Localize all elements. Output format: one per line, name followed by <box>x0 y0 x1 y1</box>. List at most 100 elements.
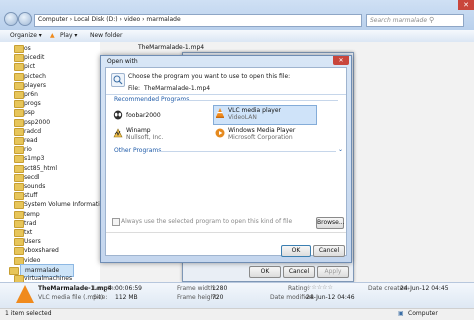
folder-label: Users <box>24 238 41 246</box>
folder-label: pict <box>24 63 36 71</box>
prompt-text: Choose the program you want to use to op… <box>128 73 291 80</box>
chevron-down-icon[interactable]: ⌄ <box>338 146 343 153</box>
play-button[interactable]: Play ▾ <box>60 32 77 39</box>
program-name: Winamp <box>126 127 151 134</box>
program-vendor: Microsoft Corporation <box>228 134 293 141</box>
rating-stars[interactable]: ☆☆☆☆☆ <box>306 284 333 291</box>
program-foobar2000[interactable]: foobar2000 <box>112 108 207 126</box>
footer-divider <box>106 232 346 233</box>
dialog-body: Choose the program you want to use to op… <box>105 67 347 256</box>
folder-icon <box>14 201 24 210</box>
folder-icon <box>14 164 24 173</box>
program-vlc[interactable]: VLC media player VideoLAN <box>213 105 317 125</box>
program-name: Windows Media Player <box>228 127 296 134</box>
folder-icon <box>14 118 24 127</box>
properties-ok-button[interactable]: OK <box>249 266 281 278</box>
status-bar: 1 item selected ▣ Computer <box>0 308 474 320</box>
always-use-checkbox[interactable] <box>112 218 120 226</box>
other-programs-title[interactable]: Other Programs <box>114 147 161 154</box>
address-bar[interactable]: Computer › Local Disk (D:) › video › mar… <box>34 14 362 27</box>
new-folder-button[interactable]: New folder <box>90 32 122 39</box>
program-vendor: VideoLAN <box>228 114 257 121</box>
folder-icon <box>14 173 24 182</box>
folder-icon <box>14 247 24 256</box>
folder-icon <box>14 81 24 90</box>
folder-icon <box>14 219 24 228</box>
folder-label: trad <box>24 219 37 227</box>
window-close-button[interactable]: ✕ <box>458 0 474 10</box>
organize-button[interactable]: Organize ▾ <box>10 32 42 39</box>
folder-icon <box>14 155 24 164</box>
program-winamp[interactable]: Winamp Nullsoft, Inc. <box>112 126 207 144</box>
date-created-value: 24-Jun-12 04:45 <box>400 285 449 292</box>
file-item-name[interactable]: TheMarmalade-1.mp4 <box>138 44 204 51</box>
folder-icon <box>14 91 24 99</box>
folder-label: os <box>24 45 31 52</box>
folder-label: progs <box>24 100 41 108</box>
folder-icon <box>14 72 24 81</box>
computer-icon: ▣ <box>398 310 404 317</box>
program-windows-media-player[interactable]: Windows Media Player Microsoft Corporati… <box>214 126 314 144</box>
file-name: TheMarmalade-1.mp4 <box>144 85 211 92</box>
search-input[interactable]: Search marmalade ⚲ <box>366 14 464 27</box>
winamp-icon <box>113 128 123 138</box>
folder-icon <box>14 109 24 118</box>
back-button[interactable] <box>4 12 18 26</box>
always-use-label: Always use the selected program to open … <box>121 218 293 225</box>
folder-label: pictech <box>24 72 46 80</box>
folder-label: psp <box>24 109 35 117</box>
folder-icon <box>14 238 24 247</box>
status-text: 1 item selected <box>5 310 52 317</box>
folder-label: System Volume Information <box>24 201 108 209</box>
folder-icon <box>14 210 24 219</box>
open-with-header-icon <box>111 73 125 87</box>
cancel-button[interactable]: Cancel <box>313 245 345 257</box>
folder-label: stuff <box>24 192 38 200</box>
search-icon[interactable]: ⚲ <box>429 16 434 24</box>
folder-icon <box>14 229 24 237</box>
dialog-close-button[interactable]: ✕ <box>333 56 349 65</box>
properties-cancel-button[interactable]: Cancel <box>283 266 315 278</box>
size-label: Size: <box>93 294 108 301</box>
folder-label: txt <box>24 229 33 236</box>
folder-label: rio <box>24 146 32 154</box>
folder-label: sct85_html <box>24 164 58 172</box>
header-divider <box>106 94 346 95</box>
folder-label: vboxshared <box>24 247 59 255</box>
frame-width-value: 1280 <box>212 285 228 292</box>
search-placeholder: Search marmalade <box>370 17 428 24</box>
folder-icon <box>14 137 24 145</box>
program-name: foobar2000 <box>126 112 161 119</box>
length-value: 00:06:59 <box>115 285 142 292</box>
folder-label: virtualmachines <box>24 275 73 282</box>
frame-height-value: 720 <box>212 294 224 301</box>
recommended-line <box>178 100 338 101</box>
folder-icon <box>14 192 24 201</box>
open-with-dialog: Open with ✕ Choose the program you want … <box>100 55 352 263</box>
frame-width-label: Frame width: <box>177 285 217 292</box>
vlc-cone-icon <box>215 108 225 118</box>
folder-label: s1mp3 <box>24 155 45 163</box>
foobar-alien-icon <box>113 110 123 120</box>
folder-label: picedit <box>24 54 45 62</box>
ok-button[interactable]: OK <box>281 245 311 257</box>
folder-label: radcd <box>24 127 42 135</box>
folder-icon <box>14 45 24 53</box>
browse-button[interactable]: Browse... <box>316 217 345 229</box>
vlc-small-icon: ▲ <box>50 32 55 39</box>
folder-icon <box>14 54 24 63</box>
folder-label: players <box>24 81 46 89</box>
length-label: Length: <box>93 285 116 292</box>
properties-apply-button: Apply <box>317 266 349 278</box>
forward-button[interactable] <box>18 12 32 26</box>
folder-label: pr6n <box>24 91 38 98</box>
status-location: Computer <box>408 310 438 317</box>
other-programs-line <box>158 151 336 152</box>
nav-buttons <box>4 12 32 26</box>
address-text: Computer › Local Disk (D:) › video › mar… <box>38 16 181 23</box>
folder-icon <box>14 63 24 72</box>
folder-label: sounds <box>24 183 46 190</box>
navigation-pane: os picedit pict pictech players pr6n progs psp p… <box>0 42 107 283</box>
folder-icon <box>9 266 19 275</box>
folder-icon <box>14 127 24 136</box>
